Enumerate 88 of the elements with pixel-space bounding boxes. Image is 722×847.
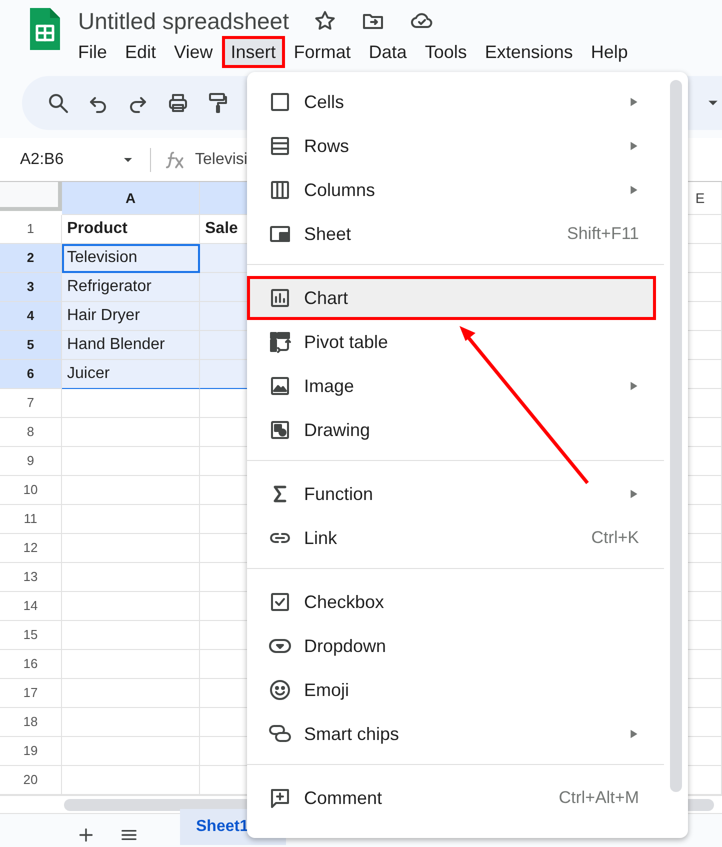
menu-item[interactable]: Edit (116, 36, 166, 68)
submenu-arrow-icon (629, 96, 639, 108)
row-header[interactable]: 14 (0, 592, 62, 621)
sheets-logo-icon (28, 6, 62, 52)
menu-item[interactable]: Image (247, 364, 656, 408)
row-header[interactable]: 6 (0, 360, 62, 389)
comment-icon (268, 786, 292, 810)
rows-icon (268, 134, 292, 158)
shortcut-text: Shift+F11 (567, 223, 639, 246)
menu-item[interactable]: Emoji (247, 668, 656, 712)
row-header[interactable]: 4 (0, 302, 62, 331)
smiley-icon (268, 678, 292, 702)
menu-item-label: Cells (304, 90, 344, 114)
menu-item[interactable]: View (165, 36, 222, 68)
row-header[interactable]: 15 (0, 621, 62, 650)
menu-item[interactable]: Format (284, 36, 360, 68)
menu-item[interactable]: Drawing (247, 408, 656, 452)
menu-item[interactable]: Smart chips (247, 712, 656, 756)
menu-item[interactable]: Chart (247, 276, 656, 320)
menu-item[interactable]: Tools (416, 36, 476, 68)
row-header[interactable]: 3 (0, 273, 62, 302)
menu-item-label: Comment (304, 786, 382, 810)
table-cell: Hair Dryer (62, 302, 200, 331)
row-header[interactable]: 2 (0, 244, 62, 273)
table-cell: Juicer (62, 360, 200, 389)
row-header[interactable]: 9 (0, 447, 62, 476)
row-header[interactable]: 8 (0, 418, 62, 447)
menu-item[interactable]: Insert (222, 36, 285, 68)
document-title[interactable]: Untitled spreadsheet (78, 6, 289, 36)
table-cell: Hand Blender (62, 331, 200, 360)
menu-item-label: Link (304, 526, 338, 550)
shortcut-text: Ctrl+Alt+M (558, 787, 639, 810)
menu-item-label: Image (304, 374, 354, 398)
row-header[interactable]: 12 (0, 534, 62, 563)
row-header[interactable]: 11 (0, 505, 62, 534)
submenu-arrow-icon (629, 728, 639, 740)
shortcut-text: Ctrl+K (591, 527, 639, 550)
menu-item-label: Sheet (304, 222, 352, 246)
formula-field[interactable]: Televisi (195, 148, 248, 172)
submenu-arrow-icon (629, 380, 639, 392)
submenu-arrow-icon (629, 488, 639, 500)
menu-item-label: Function (304, 482, 374, 506)
menu-item[interactable]: Help (582, 36, 637, 68)
menu-item[interactable]: Cells (247, 80, 656, 124)
menu-item-label: Rows (304, 134, 350, 158)
row-header[interactable]: 10 (0, 476, 62, 505)
table-cell: Television (62, 244, 200, 273)
row-header[interactable]: 16 (0, 650, 62, 679)
menu-item[interactable]: File (69, 36, 116, 68)
menu-item-label: Dropdown (304, 634, 386, 658)
menu-item-label: Drawing (304, 418, 370, 442)
menu-item-label: Smart chips (304, 722, 400, 746)
print-icon[interactable] (166, 91, 190, 115)
drawing-icon (268, 418, 292, 442)
row-header[interactable]: 19 (0, 737, 62, 766)
columns-icon (268, 178, 292, 202)
menu-item[interactable]: Columns (247, 168, 656, 212)
row-header[interactable]: 5 (0, 331, 62, 360)
menu-item[interactable]: Pivot table (247, 320, 656, 364)
scrollbar[interactable] (670, 80, 682, 792)
paint-roller-icon[interactable] (206, 91, 230, 115)
submenu-arrow-icon (629, 184, 639, 196)
table-cell: Refrigerator (62, 273, 200, 302)
menu-item[interactable]: Extensions (476, 36, 582, 68)
menu-item-label: Pivot table (304, 330, 388, 354)
menu-item[interactable]: Data (360, 36, 416, 68)
menu-item-label: Chart (304, 286, 348, 310)
square-icon (268, 90, 292, 114)
menu-item-label: Columns (304, 178, 376, 202)
checkbox-icon (268, 590, 292, 614)
menu-item[interactable]: Link Ctrl+K (247, 516, 656, 560)
search-icon[interactable] (46, 91, 70, 115)
bar-chart-icon (268, 286, 292, 310)
menu-item[interactable]: Checkbox (247, 580, 656, 624)
row-header[interactable]: 13 (0, 563, 62, 592)
row-header[interactable]: 7 (0, 389, 62, 418)
column-header[interactable]: A (62, 182, 200, 215)
menu-item-label: Checkbox (304, 590, 384, 614)
row-header[interactable]: 17 (0, 679, 62, 708)
menu-item[interactable]: Function (247, 472, 656, 516)
menu-item-label: Emoji (304, 678, 350, 702)
menu-item[interactable]: Dropdown (247, 624, 656, 668)
image-icon (268, 374, 292, 398)
row-header[interactable]: 18 (0, 708, 62, 737)
name-box[interactable]: A2:B6 (0, 148, 120, 172)
menu-item[interactable]: Rows (247, 124, 656, 168)
submenu-arrow-icon (629, 140, 639, 152)
pivot-table-icon (268, 330, 292, 354)
